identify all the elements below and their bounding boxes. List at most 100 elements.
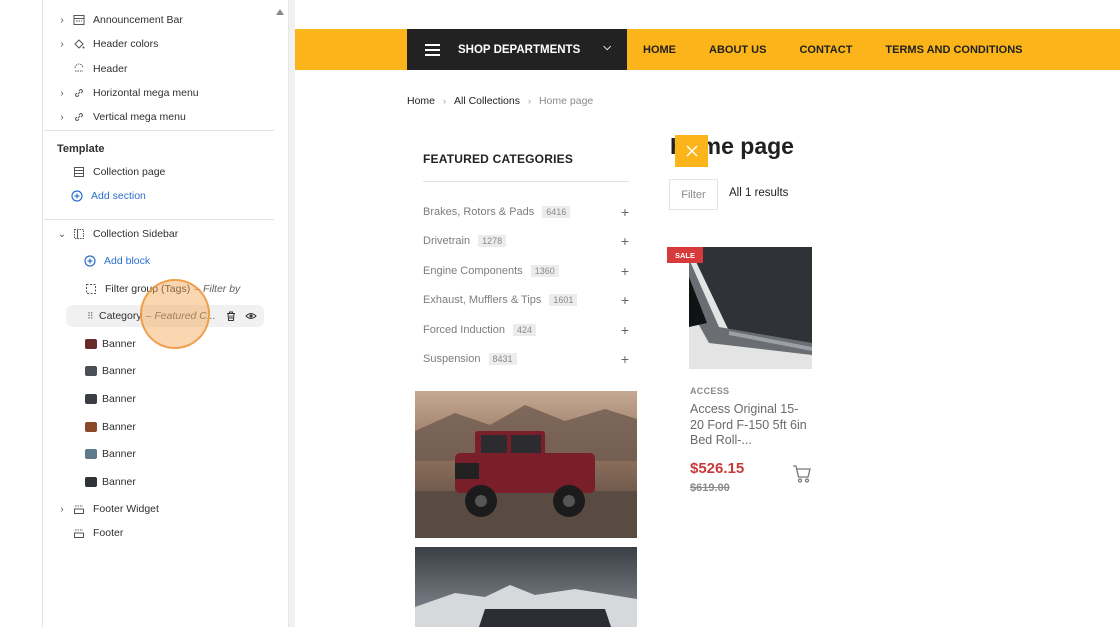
shop-departments-button[interactable]: SHOP DEPARTMENTS ⌵ <box>407 29 627 70</box>
section-announcement-bar[interactable]: › Announcement Bar <box>57 9 183 31</box>
filter-button[interactable]: Filter <box>669 179 718 210</box>
block-label: Banner <box>102 393 136 405</box>
plus-icon[interactable]: + <box>621 263 629 279</box>
nav-link-about[interactable]: ABOUT US <box>709 44 766 56</box>
chevron-right-icon[interactable]: › <box>57 39 67 50</box>
plus-icon[interactable]: + <box>621 322 629 338</box>
section-footer[interactable]: Footer <box>73 522 123 544</box>
banner-thumbnail <box>85 422 97 432</box>
product-compare-price: $619.00 <box>690 482 730 494</box>
category-count: 424 <box>512 324 536 336</box>
block-banner[interactable]: Banner <box>85 360 136 382</box>
nav-link-contact[interactable]: CONTACT <box>799 44 852 56</box>
category-count: 6416 <box>542 206 571 218</box>
block-category[interactable]: ⠿ Category – Featured C... <box>87 305 265 327</box>
chevron-right-icon[interactable]: › <box>57 15 67 26</box>
divider <box>44 130 274 131</box>
block-label: Filter group (Tags) <box>105 283 191 295</box>
block-label: Banner <box>102 365 136 377</box>
plus-icon[interactable]: + <box>621 351 629 367</box>
block-banner[interactable]: Banner <box>85 471 136 493</box>
section-label: Footer <box>93 527 124 539</box>
dashed-square-icon <box>85 283 97 295</box>
section-header-colors[interactable]: › Header colors <box>57 33 158 55</box>
category-item[interactable]: Brakes, Rotors & Pads 6416 + <box>423 203 629 221</box>
add-to-cart-icon[interactable] <box>792 464 812 484</box>
category-item[interactable]: Engine Components 1360 + <box>423 262 629 280</box>
category-item[interactable]: Forced Induction 424 + <box>423 321 629 339</box>
add-block-label: Add block <box>104 255 151 267</box>
block-banner[interactable]: Banner <box>85 443 136 465</box>
section-label: Vertical mega menu <box>93 111 186 123</box>
nav-link-terms[interactable]: TERMS AND CONDITIONS <box>885 44 1022 56</box>
results-count: All 1 results <box>729 187 789 199</box>
footer-icon <box>73 503 85 515</box>
plus-icon[interactable]: + <box>621 204 629 220</box>
block-banner[interactable]: Banner <box>85 333 136 355</box>
section-label: Collection Sidebar <box>93 228 179 240</box>
banner-image-truck[interactable] <box>415 547 637 627</box>
add-block-button[interactable]: Add block <box>84 250 150 272</box>
section-horizontal-mega-menu[interactable]: › Horizontal mega menu <box>57 82 198 104</box>
breadcrumb-current: Home page <box>538 95 594 107</box>
block-filter-group[interactable]: Filter group (Tags) – Filter by <box>85 278 240 300</box>
section-collection-sidebar[interactable]: ⌄ Collection Sidebar <box>57 223 178 245</box>
close-icon[interactable] <box>675 135 708 167</box>
block-detail: – Featured C... <box>145 310 216 322</box>
collection-page-icon <box>73 166 85 178</box>
category-item[interactable]: Exhaust, Mufflers & Tips 1601 + <box>423 291 629 309</box>
link-icon <box>73 111 85 123</box>
breadcrumb-all-collections[interactable]: All Collections <box>454 95 520 107</box>
divider <box>44 219 274 220</box>
breadcrumb-home[interactable]: Home <box>407 95 435 107</box>
category-name: Engine Components <box>423 265 523 277</box>
category-count: 1278 <box>478 235 507 247</box>
block-banner[interactable]: Banner <box>85 416 136 438</box>
eye-icon[interactable] <box>244 309 258 323</box>
category-name: Suspension <box>423 353 481 365</box>
add-section-button[interactable]: Add section <box>71 185 146 207</box>
block-detail: – Filter by <box>194 283 241 295</box>
block-label: Banner <box>102 421 136 433</box>
product-title[interactable]: Access Original 15-20 Ford F-150 5ft 6in… <box>690 402 812 449</box>
chevron-down-icon[interactable]: ⌄ <box>57 229 67 240</box>
chevron-right-icon[interactable]: › <box>57 112 67 123</box>
template-collection-page[interactable]: Collection page <box>73 161 165 183</box>
section-label: Header colors <box>93 38 159 50</box>
editor-scrollbar[interactable] <box>288 0 295 627</box>
chevron-right-icon: › <box>443 96 447 106</box>
nav-link-home[interactable]: HOME <box>643 44 676 56</box>
trash-icon[interactable] <box>224 309 238 323</box>
product-price: $526.15 <box>690 460 745 477</box>
template-heading: Template <box>57 143 105 155</box>
section-footer-widget[interactable]: › Footer Widget <box>57 498 159 520</box>
banner-thumbnail <box>85 339 97 349</box>
scroll-up-arrow-icon[interactable] <box>276 9 284 15</box>
block-label: Banner <box>102 448 136 460</box>
section-vertical-mega-menu[interactable]: › Vertical mega menu <box>57 106 186 128</box>
chevron-right-icon[interactable]: › <box>57 504 67 515</box>
category-name: Brakes, Rotors & Pads <box>423 206 535 218</box>
section-header[interactable]: Header <box>73 58 127 80</box>
plus-icon[interactable]: + <box>621 233 629 249</box>
category-item[interactable]: Drivetrain 1278 + <box>423 232 629 250</box>
divider <box>423 181 629 182</box>
banner-image-jeep[interactable] <box>415 391 637 538</box>
drag-handle-icon[interactable]: ⠿ <box>87 311 95 322</box>
chevron-right-icon[interactable]: › <box>57 88 67 99</box>
sale-badge: SALE <box>667 247 703 263</box>
product-image[interactable] <box>689 247 812 369</box>
product-brand[interactable]: ACCESS <box>690 386 729 396</box>
block-label: Banner <box>102 476 136 488</box>
plus-circle-icon <box>84 255 96 267</box>
plus-circle-icon <box>71 190 83 202</box>
paint-bucket-icon <box>73 38 85 50</box>
category-name: Drivetrain <box>423 235 471 247</box>
plus-icon[interactable]: + <box>621 292 629 308</box>
category-name: Forced Induction <box>423 324 505 336</box>
main-navigation: SHOP DEPARTMENTS ⌵ HOME ABOUT US CONTACT… <box>295 29 1120 70</box>
block-banner[interactable]: Banner <box>85 388 136 410</box>
category-item[interactable]: Suspension 8431 + <box>423 350 629 368</box>
category-count: 8431 <box>488 353 517 365</box>
theme-editor-sidebar: › Announcement Bar › Header colors Heade… <box>44 0 288 627</box>
